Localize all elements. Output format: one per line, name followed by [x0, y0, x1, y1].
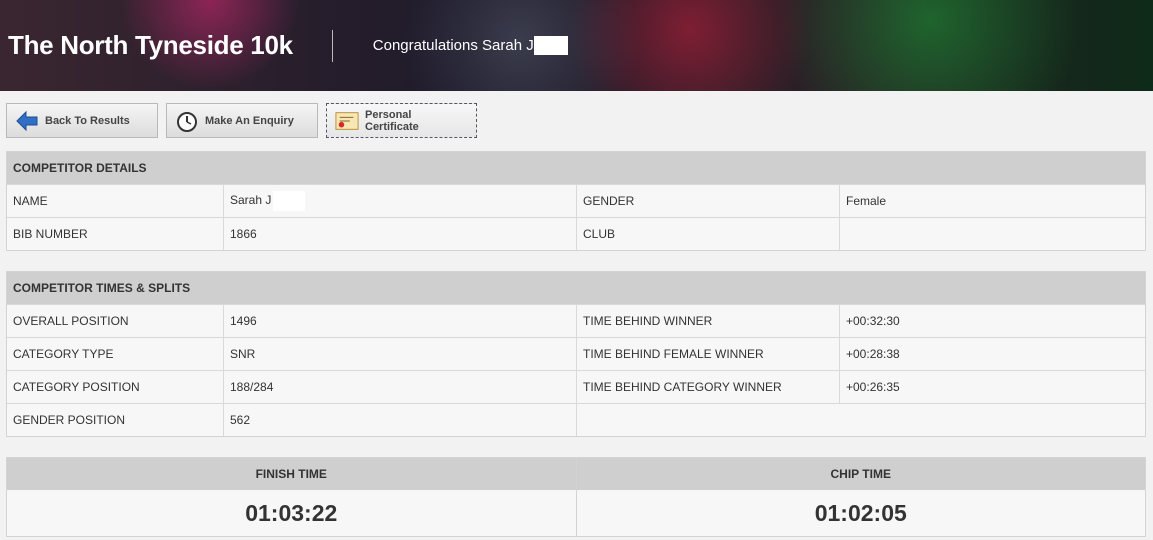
time-behind-female-winner-value: +00:28:38: [839, 337, 1145, 371]
category-position-value: 188/284: [223, 370, 577, 404]
header-divider: [331, 29, 333, 62]
time-behind-winner-value: +00:32:30: [839, 304, 1145, 338]
overall-position-label: OVERALL POSITION: [7, 304, 224, 338]
gender-position-value: 562: [223, 403, 577, 436]
table-row: NAME Sarah J GENDER Female: [7, 184, 1145, 218]
make-enquiry-button[interactable]: Make An Enquiry: [166, 103, 318, 138]
gender-value: Female: [839, 184, 1145, 218]
table-row: OVERALL POSITION 1496 TIME BEHIND WINNER…: [7, 304, 1145, 338]
times-splits-heading: COMPETITOR TIMES & SPLITS: [7, 272, 1145, 304]
category-type-label: CATEGORY TYPE: [7, 337, 224, 371]
bib-label: BIB NUMBER: [7, 217, 224, 250]
back-to-results-button[interactable]: Back To Results: [6, 103, 158, 138]
category-position-label: CATEGORY POSITION: [7, 370, 224, 404]
congrats-label: Congratulations Sarah J: [372, 37, 534, 54]
gender-label: GENDER: [576, 184, 840, 218]
competitor-details-panel: COMPETITOR DETAILS NAME Sarah J GENDER F…: [6, 151, 1146, 251]
chip-time-label: CHIP TIME: [576, 458, 1145, 490]
club-value: [839, 217, 1145, 250]
times-splits-panel: COMPETITOR TIMES & SPLITS OVERALL POSITI…: [6, 271, 1146, 437]
overall-position-value: 1496: [223, 304, 577, 338]
table-row: BIB NUMBER 1866 CLUB: [7, 217, 1145, 250]
stopwatch-icon: [175, 109, 199, 133]
competitor-details-table: NAME Sarah J GENDER Female BIB NUMBER 18…: [7, 184, 1145, 250]
finish-time-label: FINISH TIME: [7, 458, 576, 490]
table-row: GENDER POSITION 562: [7, 403, 1145, 436]
left-arrow-icon: [15, 109, 39, 133]
category-type-value: SNR: [223, 337, 577, 371]
redaction-block: [533, 36, 568, 55]
event-title: The North Tyneside 10k: [8, 30, 293, 60]
bib-value: 1866: [223, 217, 577, 250]
certificate-label: Personal Certificate: [365, 108, 419, 133]
gender-position-label: GENDER POSITION: [7, 403, 224, 436]
enquiry-label: Make An Enquiry: [205, 114, 294, 127]
action-toolbar: Back To Results Make An Enquiry Personal…: [0, 91, 1153, 140]
back-label: Back To Results: [45, 114, 130, 127]
name-label: NAME: [7, 184, 224, 218]
chip-time-value: 01:02:05: [814, 500, 907, 526]
table-row: CATEGORY POSITION 188/284 TIME BEHIND CA…: [7, 370, 1145, 404]
empty-cell: [576, 403, 1145, 436]
table-row: CATEGORY TYPE SNR TIME BEHIND FEMALE WIN…: [7, 337, 1145, 371]
time-behind-category-winner-value: +00:26:35: [839, 370, 1145, 404]
finish-time-value: 01:03:22: [245, 500, 338, 526]
certificate-icon: [335, 109, 359, 133]
redaction-block: [273, 191, 306, 211]
header-banner: The North Tyneside 10k Congratulations S…: [0, 0, 1153, 91]
competitor-details-heading: COMPETITOR DETAILS: [7, 152, 1145, 184]
time-behind-female-winner-label: TIME BEHIND FEMALE WINNER: [576, 337, 840, 371]
times-splits-table: OVERALL POSITION 1496 TIME BEHIND WINNER…: [7, 304, 1145, 436]
finish-times-panel: FINISH TIME 01:03:22 CHIP TIME 01:02:05: [6, 457, 1146, 537]
time-behind-winner-label: TIME BEHIND WINNER: [576, 304, 840, 338]
time-behind-category-winner-label: TIME BEHIND CATEGORY WINNER: [576, 370, 840, 404]
personal-certificate-button[interactable]: Personal Certificate: [326, 103, 477, 138]
chip-time-block: CHIP TIME 01:02:05: [575, 458, 1145, 536]
finish-time-block: FINISH TIME 01:03:22: [7, 458, 576, 536]
club-label: CLUB: [576, 217, 840, 250]
name-value: Sarah J: [223, 184, 577, 218]
congrats-text: Congratulations Sarah J: [373, 36, 568, 55]
